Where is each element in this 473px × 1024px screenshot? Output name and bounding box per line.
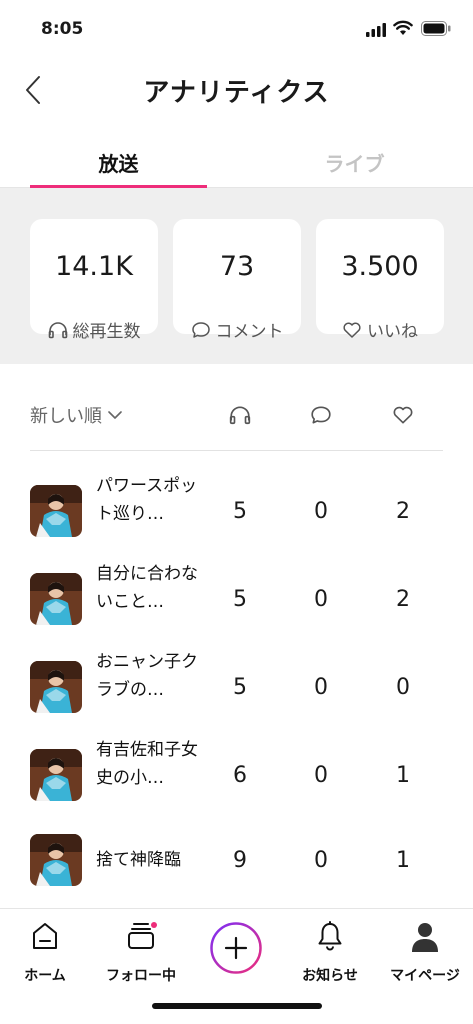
wifi-icon [393,20,413,35]
likes-label: いいね [367,322,418,342]
comments-count: 0 [314,674,328,700]
list-item[interactable]: 自分に合わないこと… 5 0 2 [0,564,473,661]
comments-label-row: コメント [173,317,301,342]
heart-icon [393,406,413,424]
divider [30,450,443,451]
tab-bar: 放送 ライブ [0,136,473,188]
plays-count: 5 [233,498,247,524]
chevron-down-icon [108,411,122,419]
tab-broadcast[interactable]: 放送 [30,136,207,188]
likes-count: 2 [396,586,410,612]
comments-count: 0 [314,762,328,788]
nav-notifications[interactable]: お知らせ [285,917,375,985]
episode-thumbnail [30,661,82,713]
following-icon [128,922,157,949]
episode-title: おニャン子クラブの… [96,652,198,700]
episode-thumbnail [30,834,82,886]
list-item[interactable]: おニャン子クラブの… 5 0 0 [0,652,473,749]
likes-count: 1 [396,847,410,873]
total-plays-label-row: 総再生数 [30,317,158,342]
plus-icon [210,922,262,974]
stats-section: 14.1K 総再生数 73 コメント 3.500 いいね [0,188,473,364]
total-plays-label: 総再生数 [72,322,141,342]
sort-label: 新しい順 [30,406,102,427]
home-indicator [152,1003,322,1009]
tab-live[interactable]: ライブ [266,136,443,188]
plays-count: 9 [233,847,247,873]
battery-icon [421,21,451,36]
list-header: 新しい順 [30,396,443,434]
comment-icon [311,406,331,424]
comments-label: コメント [215,322,284,342]
likes-count: 1 [396,762,410,788]
heart-icon [343,322,361,338]
episode-thumbnail [30,749,82,801]
comment-icon [191,321,210,338]
create-button[interactable] [210,922,262,974]
comments-count: 0 [314,498,328,524]
likes-value: 3.500 [341,251,419,282]
likes-label-row: いいね [316,317,444,342]
likes-count: 2 [396,498,410,524]
plays-count: 5 [233,674,247,700]
headphones-icon [48,321,67,338]
status-bar: 8:05 [0,0,473,54]
nav-home-label: ホーム [24,968,66,984]
episode-thumbnail [30,573,82,625]
nav-home[interactable]: ホーム [0,917,90,985]
nav-notifications-label: お知らせ [302,968,358,984]
page-title: アナリティクス [143,78,330,108]
person-icon [412,923,438,952]
nav-following-label: フォロー中 [106,968,176,984]
total-plays-value: 14.1K [55,251,133,282]
home-icon [33,923,57,949]
stat-card-plays: 14.1K 総再生数 [30,219,158,342]
stat-card-likes: 3.500 いいね [316,219,444,342]
episode-title: 捨て神降臨 [96,850,181,870]
likes-count: 0 [396,674,410,700]
episode-thumbnail [30,485,82,537]
comments-count: 0 [314,586,328,612]
episode-title: 有吉佐和子女史の小… [96,740,198,788]
list-item[interactable]: パワースポット巡り… 5 0 2 [0,476,473,573]
nav-mypage-label: マイページ [390,968,460,984]
episode-title: 自分に合わないこと… [96,564,198,612]
plays-count: 5 [233,586,247,612]
stat-card-comments: 73 コメント [173,219,301,342]
plays-count: 6 [233,762,247,788]
nav-following[interactable]: フォロー中 [96,917,186,985]
bell-icon [318,921,342,951]
episode-title: パワースポット巡り… [96,476,198,524]
headphones-icon [229,406,251,425]
list-item[interactable]: 有吉佐和子女史の小… 6 0 1 [0,740,473,837]
comments-count: 0 [314,847,328,873]
nav-mypage[interactable]: マイページ [380,917,470,985]
comments-value: 73 [219,251,255,282]
signal-icon [366,23,386,37]
status-time: 8:05 [41,19,84,39]
sort-dropdown[interactable]: 新しい順 [30,396,122,434]
